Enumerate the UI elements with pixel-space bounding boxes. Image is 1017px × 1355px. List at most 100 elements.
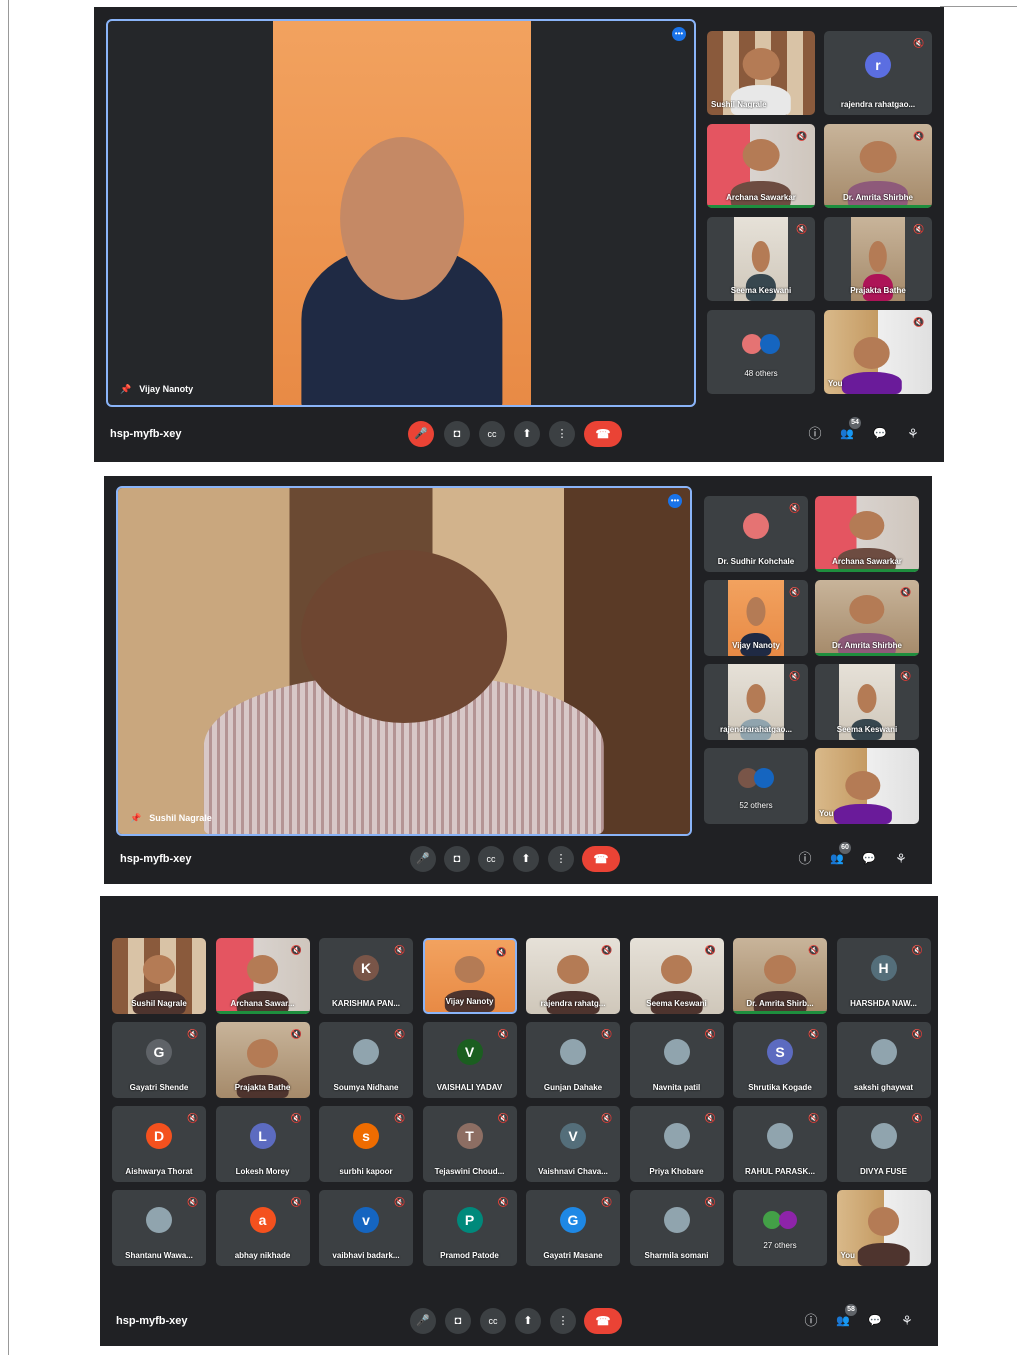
participant-tile[interactable]: 🔇 Archana Sawar... [215, 938, 310, 1014]
participant-name: rajendra rahatg... [540, 999, 606, 1008]
participant-tile[interactable]: 🔇 Navnita patil [629, 1022, 724, 1098]
others-tile[interactable]: 52 others [704, 748, 808, 824]
participant-avatar: K [353, 955, 379, 982]
camera-toggle-button[interactable]: ◘ [445, 1308, 471, 1334]
participant-tile[interactable]: 🔇 r rajendra rahatgao... [824, 31, 932, 115]
leave-call-button[interactable]: ☎ [584, 1308, 622, 1334]
mic-toggle-button[interactable]: 🎤 [410, 846, 436, 872]
more-options-icon[interactable]: ••• [668, 494, 682, 508]
participant-tile[interactable]: 🔇 P Pramod Patode [422, 1190, 517, 1266]
participant-tile[interactable]: 🔇 Dr. Amrita Shirbhe [824, 124, 932, 208]
participant-tile[interactable]: 🔇 Dr. Amrita Shirbhe [815, 580, 919, 656]
chat-icon[interactable]: 💬 [866, 1312, 884, 1330]
speaking-indicator [815, 653, 919, 656]
leave-call-button[interactable]: ☎ [582, 846, 620, 872]
participant-tile[interactable]: 🔇 Vijay Nanoty [704, 580, 808, 656]
meeting-info-icon[interactable]: ⓘ [802, 1312, 820, 1330]
speaker-video[interactable]: ••• 📌 Vijay Nanoty [106, 19, 696, 407]
participant-face [246, 954, 279, 984]
participant-tile[interactable]: 🔇 G Gayatri Masane [526, 1190, 620, 1266]
participant-tile[interactable]: Sushil Nagrale [112, 938, 206, 1014]
participant-tile[interactable]: 🔇 Seema Keswani [707, 217, 815, 301]
participant-tile[interactable]: 🔇 sakshi ghaywat [836, 1022, 931, 1098]
participant-face [746, 683, 766, 713]
more-options-button[interactable]: ⋮ [550, 1308, 576, 1334]
participant-tile[interactable]: 🔇 D Aishwarya Thorat [112, 1106, 206, 1182]
participant-tile[interactable]: 🔇 Vijay Nanoty [422, 938, 517, 1014]
participant-tile[interactable]: 🔇 K KARISHMA PAN... [319, 938, 413, 1014]
meeting-info-icon[interactable]: ⓘ [806, 425, 824, 443]
participant-tile[interactable]: 🔇 Dr. Sudhir Kohchale [704, 496, 808, 572]
participant-tile[interactable]: 🔇 T Tejaswini Choud... [422, 1106, 517, 1182]
mic-toggle-button[interactable]: 🎤 [410, 1308, 436, 1334]
present-button[interactable]: ⬆ [515, 1308, 541, 1334]
self-tile[interactable]: You [815, 748, 919, 824]
self-label: You [828, 379, 843, 388]
participant-tile[interactable]: 🔇 Priya Khobare [629, 1106, 724, 1182]
leave-call-button[interactable]: ☎ [584, 421, 622, 447]
participant-tile[interactable]: 🔇 Gunjan Dahake [526, 1022, 620, 1098]
participant-face [660, 954, 693, 984]
audio-indicator-icon: ••• [672, 27, 686, 41]
more-options-button[interactable]: ⋮ [548, 846, 574, 872]
participant-tile[interactable]: 🔇 rajendra rahatg... [526, 938, 620, 1014]
participant-tile[interactable]: 🔇 V VAISHALI YADAV [422, 1022, 517, 1098]
participant-tile[interactable]: 🔇 V Vaishnavi Chava... [526, 1106, 620, 1182]
participant-tile[interactable]: 🔇 DIVYA FUSE [836, 1106, 931, 1182]
activities-icon[interactable]: ⚘ [898, 1312, 916, 1330]
participant-tile[interactable]: 🔇 H HARSHDA NAW... [836, 938, 931, 1014]
participant-tile[interactable]: 🔇 Shantanu Wawa... [112, 1190, 206, 1266]
camera-toggle-button[interactable]: ◘ [444, 846, 470, 872]
speaking-indicator [707, 205, 815, 208]
camera-toggle-button[interactable]: ◘ [444, 421, 470, 447]
participant-tile[interactable]: Sushil Nagrale [707, 31, 815, 115]
captions-button[interactable]: cc [478, 846, 504, 872]
participant-tile[interactable]: 🔇 Soumya Nidhane [319, 1022, 413, 1098]
more-options-button[interactable]: ⋮ [549, 421, 575, 447]
present-button[interactable]: ⬆ [514, 421, 540, 447]
participant-tile[interactable]: 🔇 Sharmila somani [629, 1190, 724, 1266]
activities-icon[interactable]: ⚘ [904, 425, 922, 443]
others-tile[interactable]: 48 others [707, 310, 815, 394]
participant-tile[interactable]: 🔇 Archana Sawarkar [707, 124, 815, 208]
participant-face [868, 240, 888, 273]
participant-tile[interactable]: 🔇 Prajakta Bathe [215, 1022, 310, 1098]
participant-tile[interactable]: 🔇 s surbhi kapoor [319, 1106, 413, 1182]
chat-icon[interactable]: 💬 [860, 850, 878, 868]
participant-tile[interactable]: 🔇 RAHUL PARASK... [733, 1106, 827, 1182]
participant-avatar: D [146, 1123, 172, 1150]
muted-mic-icon: 🔇 [913, 317, 925, 327]
speaker-video[interactable]: ••• 📌 Sushil Nagrale [116, 486, 692, 836]
participant-tile[interactable]: 🔇 v vaibhavi badark... [319, 1190, 413, 1266]
others-count: 52 others [739, 801, 773, 810]
muted-mic-icon: 🔇 [911, 1029, 924, 1039]
participant-name: Vijay Nanoty [445, 997, 494, 1006]
participant-tile[interactable]: 🔇 S Shrutika Kogade [733, 1022, 827, 1098]
participant-avatar: V [560, 1123, 586, 1150]
meet-screenshot-2: ••• 📌 Sushil Nagrale 🔇 Dr. Sudhir Kohchal… [104, 476, 932, 884]
captions-button[interactable]: cc [480, 1308, 506, 1334]
participant-tile[interactable]: 🔇 Seema Keswani [815, 664, 919, 740]
participant-tile[interactable]: 🔇 L Lokesh Morey [215, 1106, 310, 1182]
meeting-info-icon[interactable]: ⓘ [796, 850, 814, 868]
participant-tile[interactable]: 🔇 Dr. Amrita Shirb... [733, 938, 827, 1014]
participant-tile[interactable]: Archana Sawarkar [815, 496, 919, 572]
meet-screenshot-1: ••• 📌 Vijay Nanoty Sushil Nagrale 🔇 r raj… [94, 7, 944, 462]
captions-button[interactable]: cc [479, 421, 505, 447]
present-button[interactable]: ⬆ [513, 846, 539, 872]
muted-mic-icon: 🔇 [290, 1113, 303, 1123]
self-tile[interactable]: 🔇 You [824, 310, 932, 394]
muted-mic-icon: 🔇 [601, 945, 613, 955]
participant-tile[interactable]: 🔇 Prajakta Bathe [824, 217, 932, 301]
activities-icon[interactable]: ⚘ [892, 850, 910, 868]
participant-tile[interactable]: 🔇 a abhay nikhade [215, 1190, 310, 1266]
chat-icon[interactable]: 💬 [871, 425, 889, 443]
participant-tile[interactable]: 🔇 G Gayatri Shende [112, 1022, 206, 1098]
participant-tile[interactable]: 🔇 Seema Keswani [629, 938, 724, 1014]
self-tile[interactable]: You [836, 1190, 931, 1266]
participant-tile[interactable]: 🔇 rajendrarahatgao... [704, 664, 808, 740]
muted-mic-icon: 🔇 [187, 1113, 199, 1123]
others-tile[interactable]: 27 others [733, 1190, 827, 1266]
participant-avatar [146, 1207, 172, 1234]
mic-toggle-button[interactable]: 🎤 [408, 421, 434, 447]
